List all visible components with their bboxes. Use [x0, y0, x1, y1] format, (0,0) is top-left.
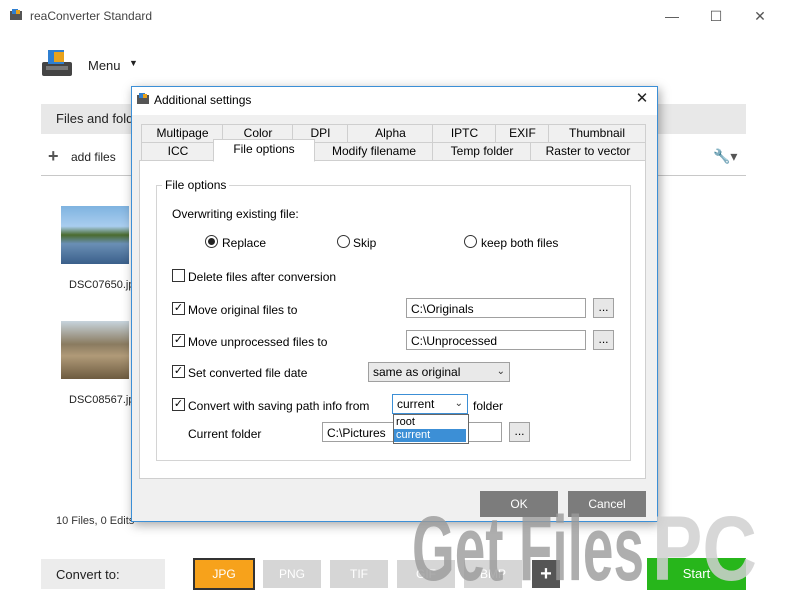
move-original-path-input[interactable]: C:\Originals — [406, 298, 586, 318]
saving-path-value: current — [397, 397, 435, 411]
minimize-button[interactable]: — — [662, 6, 682, 26]
set-date-checkbox[interactable]: ✓ — [172, 365, 185, 378]
radio-replace[interactable] — [205, 235, 218, 248]
app-title: reaConverter Standard — [30, 9, 153, 23]
tab-iptc[interactable]: IPTC — [432, 124, 497, 143]
menu-button[interactable]: Menu — [88, 58, 121, 73]
file-name: DSC08567.jpg — [69, 394, 141, 406]
saving-path-select[interactable]: current ⌄ — [392, 394, 468, 414]
close-button[interactable]: ✕ — [750, 6, 770, 26]
saving-path-checkbox[interactable]: ✓ — [172, 398, 185, 411]
move-original-label[interactable]: Move original files to — [188, 303, 297, 317]
tab-multipage[interactable]: Multipage — [141, 124, 224, 143]
move-unprocessed-path-input[interactable]: C:\Unprocessed — [406, 330, 586, 350]
start-button[interactable]: Start — [647, 558, 746, 590]
file-name: DSC07650.jpg — [69, 279, 141, 291]
dialog-close-button[interactable]: ✕ — [632, 89, 652, 109]
format-tif-button[interactable]: TIF — [330, 560, 388, 588]
add-format-button[interactable]: + — [532, 560, 560, 588]
tab-raster-to-vector[interactable]: Raster to vector — [530, 142, 646, 161]
current-folder-label: Current folder — [188, 427, 262, 441]
radio-replace-label[interactable]: Replace — [222, 236, 266, 250]
format-bmp-button[interactable]: BMP — [464, 560, 522, 588]
tab-temp-folder[interactable]: Temp folder — [432, 142, 532, 161]
chevron-down-icon[interactable]: ▼ — [129, 58, 138, 68]
chevron-down-icon: ⌄ — [454, 398, 463, 409]
status-text: 10 Files, 0 Edits — [56, 515, 135, 527]
saving-path-suffix: folder — [473, 399, 504, 413]
tab-exif[interactable]: EXIF — [495, 124, 550, 143]
cancel-button[interactable]: Cancel — [568, 491, 646, 517]
radio-skip[interactable] — [337, 235, 350, 248]
convert-to-label: Convert to: — [56, 567, 120, 582]
format-png-button[interactable]: PNG — [263, 560, 321, 588]
move-original-checkbox[interactable]: ✓ — [172, 302, 185, 315]
dialog-app-icon — [137, 93, 149, 104]
set-date-label[interactable]: Set converted file date — [188, 366, 307, 380]
move-original-browse-button[interactable]: ... — [593, 298, 614, 318]
radio-keep-both[interactable] — [464, 235, 477, 248]
dropdown-option-root[interactable]: root — [394, 416, 466, 429]
group-title: File options — [162, 178, 230, 192]
tab-thumbnail[interactable]: Thumbnail — [548, 124, 646, 143]
tab-modify-filename[interactable]: Modify filename — [314, 142, 434, 161]
move-unprocessed-checkbox[interactable]: ✓ — [172, 334, 185, 347]
maximize-button[interactable]: ☐ — [706, 6, 726, 26]
wrench-icon[interactable]: 🔧▾ — [713, 148, 737, 165]
delete-files-checkbox[interactable] — [172, 269, 185, 282]
file-thumbnail[interactable] — [61, 206, 129, 264]
plus-icon[interactable]: + — [48, 146, 59, 166]
move-unprocessed-label[interactable]: Move unprocessed files to — [188, 335, 327, 349]
dropdown-option-current[interactable]: current — [394, 429, 466, 442]
ok-button[interactable]: OK — [480, 491, 558, 517]
saving-path-dropdown-list: root current — [393, 414, 469, 444]
move-unprocessed-browse-button[interactable]: ... — [593, 330, 614, 350]
overwrite-label: Overwriting existing file: — [172, 207, 299, 221]
tab-file-options[interactable]: File options — [213, 139, 315, 162]
file-date-value: same as original — [373, 365, 461, 379]
app-logo-icon — [10, 9, 22, 20]
dialog-title: Additional settings — [154, 93, 252, 107]
format-gif-button[interactable]: GIF — [397, 560, 455, 588]
tab-alpha[interactable]: Alpha — [347, 124, 434, 143]
radio-skip-label[interactable]: Skip — [353, 236, 376, 250]
format-jpg-button[interactable]: JPG — [193, 558, 255, 590]
tab-icc[interactable]: ICC — [141, 142, 215, 161]
chevron-down-icon: ⌄ — [496, 366, 505, 377]
delete-files-label[interactable]: Delete files after conversion — [188, 270, 336, 284]
file-date-select[interactable]: same as original ⌄ — [368, 362, 510, 382]
radio-keep-both-label[interactable]: keep both files — [481, 236, 558, 250]
saving-path-label[interactable]: Convert with saving path info from — [188, 399, 369, 413]
file-thumbnail[interactable] — [61, 321, 129, 379]
current-folder-browse-button[interactable]: ... — [509, 422, 530, 442]
add-files-button[interactable]: add files — [71, 150, 116, 164]
menu-icon[interactable] — [40, 48, 74, 80]
